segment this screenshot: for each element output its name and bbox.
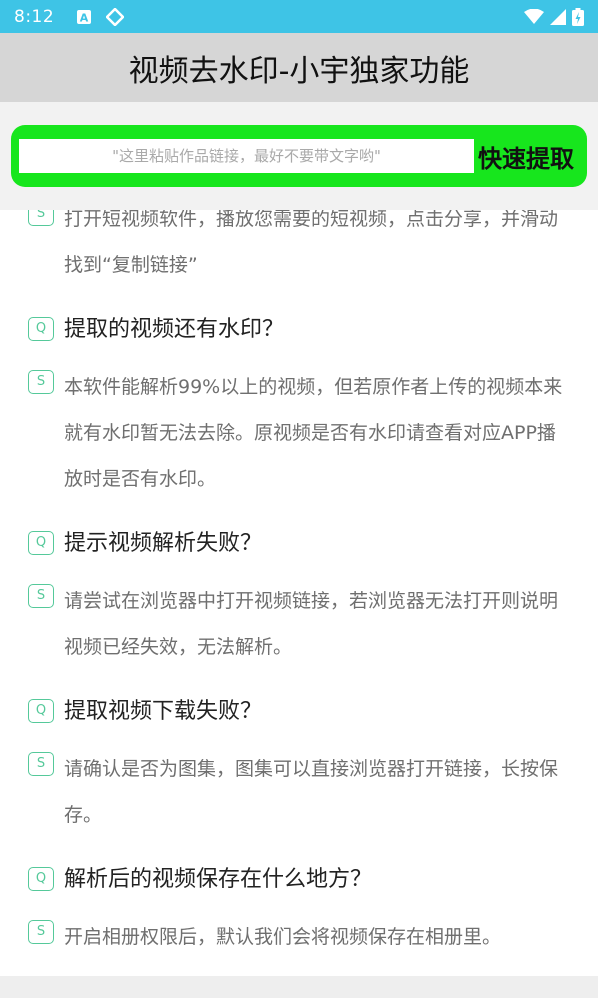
page-title: 视频去水印-小宇独家功能 <box>128 53 470 89</box>
extract-button[interactable]: 快速提取 <box>478 139 574 174</box>
answer-badge: S <box>28 584 54 608</box>
link-search-bar: 快速提取 <box>11 125 587 187</box>
answer-badge: S <box>28 920 54 944</box>
faq-question: Q 提取的视频还有水印？ <box>0 312 598 348</box>
faq-answer: S 请尝试在浏览器中打开视频链接，若浏览器无法打开则说明视频已经失效，无法解析。 <box>0 578 598 670</box>
faq-answer: S 本软件能解析99%以上的视频，但若原作者上传的视频本来就有水印暂无法去除。原… <box>0 364 598 502</box>
faq-question: Q 提示视频解析失败？ <box>0 526 598 562</box>
faq-answer: S 请确认是否为图集，图集可以直接浏览器打开链接，长按保存。 <box>0 746 598 838</box>
faq-answer: S 开启相册权限后，默认我们会将视频保存在相册里。 <box>0 914 598 960</box>
question-badge: Q <box>28 317 54 341</box>
question-badge: Q <box>28 699 54 723</box>
wifi-icon <box>524 8 544 25</box>
battery-icon <box>572 7 584 26</box>
answer-badge: S <box>28 210 54 226</box>
faq-question-text: 提取视频下载失败？ <box>64 699 263 724</box>
faq-question: Q 提取视频下载失败？ <box>0 694 598 730</box>
faq-answer-text: 请尝试在浏览器中打开视频链接，若浏览器无法打开则说明视频已经失效，无法解析。 <box>64 590 559 658</box>
faq-question-text: 提取的视频还有水印？ <box>64 317 285 342</box>
faq-question-text: 解析后的视频保存在什么地方？ <box>64 867 373 892</box>
answer-badge: S <box>28 370 54 394</box>
svg-text:A: A <box>80 11 89 24</box>
faq-answer: S 打开短视频软件，播放您需要的短视频，点击分享，并滑动找到“复制链接” <box>0 210 598 288</box>
faq-question: Q 解析后的视频保存在什么地方？ <box>0 862 598 898</box>
title-bar: 视频去水印-小宇独家功能 <box>0 33 598 102</box>
status-time: 8:12 <box>14 6 55 27</box>
faq-question-text: 提示视频解析失败？ <box>64 531 263 556</box>
bottom-divider <box>0 976 598 998</box>
answer-badge: S <box>28 752 54 776</box>
a-notification-icon: A <box>76 9 92 25</box>
signal-icon <box>550 8 566 25</box>
question-badge: Q <box>28 867 54 891</box>
question-badge: Q <box>28 531 54 555</box>
faq-answer-text: 请确认是否为图集，图集可以直接浏览器打开链接，长按保存。 <box>64 758 559 826</box>
faq-answer-text: 打开短视频软件，播放您需要的短视频，点击分享，并滑动找到“复制链接” <box>64 210 559 276</box>
status-bar: 8:12 A <box>0 0 598 33</box>
diamond-icon <box>106 7 125 26</box>
faq-answer-text: 开启相册权限后，默认我们会将视频保存在相册里。 <box>64 926 502 948</box>
faq-answer-text: 本软件能解析99%以上的视频，但若原作者上传的视频本来就有水印暂无法去除。原视频… <box>64 376 563 490</box>
faq-list[interactable]: S 打开短视频软件，播放您需要的短视频，点击分享，并滑动找到“复制链接” Q 提… <box>0 210 598 976</box>
link-input[interactable] <box>19 139 474 173</box>
